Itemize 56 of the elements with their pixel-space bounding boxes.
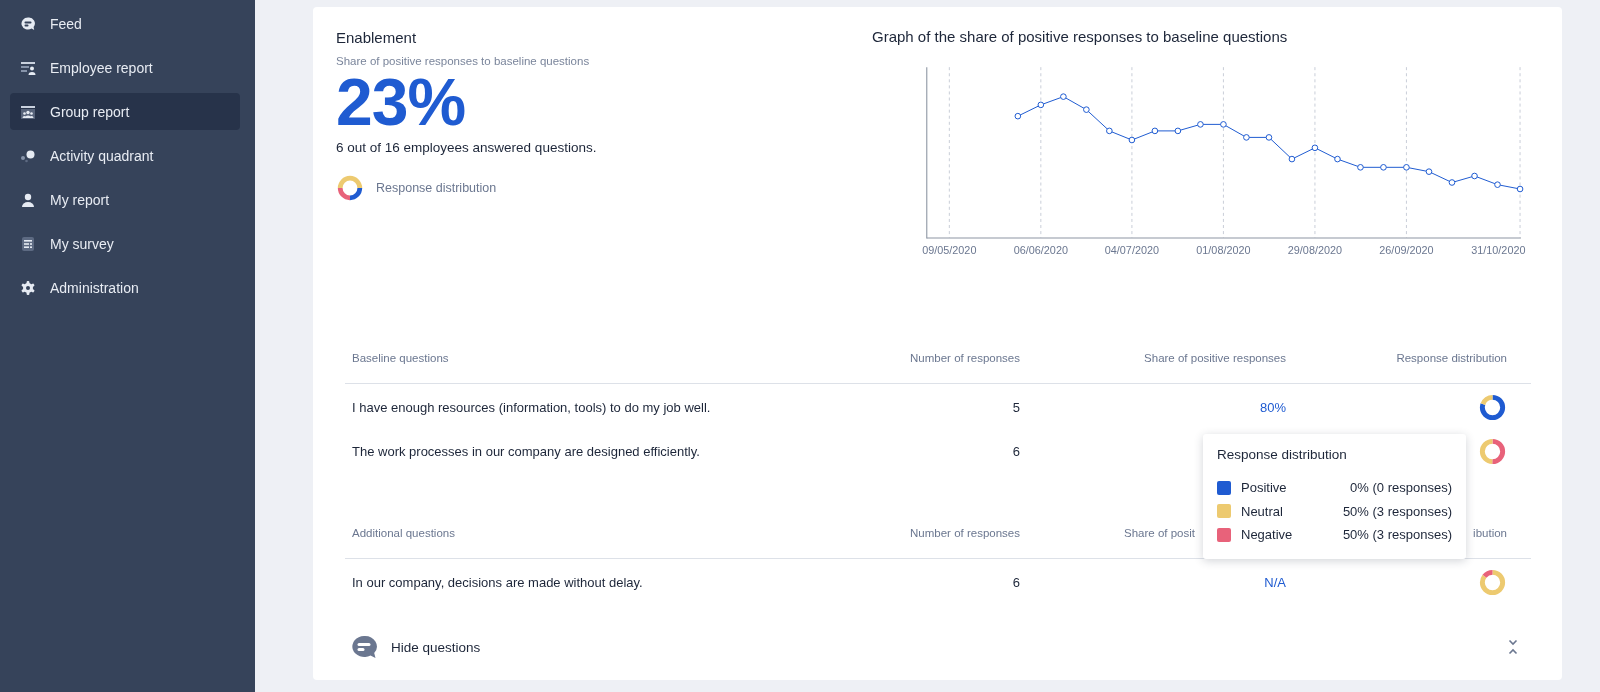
sidebar-item[interactable]: Group report: [10, 93, 240, 130]
legend-value: 50% (3 responses): [1342, 503, 1452, 519]
hide-questions-button[interactable]: Hide questions: [351, 635, 481, 659]
legend-value: 0% (0 responses): [1350, 480, 1452, 496]
question-text: I have enough resources (information, tools) to do my job well.: [352, 399, 711, 415]
column-header: Number of responses: [910, 352, 1020, 364]
percentage-value: 23%: [336, 73, 466, 131]
sidebar-item[interactable]: Activity quadrant: [10, 137, 240, 174]
axis-label: 29/08/2020: [1287, 244, 1343, 257]
legend-label: Negative: [1241, 527, 1293, 543]
chat-bubble-icon: [351, 635, 377, 659]
person-icon: [20, 191, 36, 208]
answered-note: 6 out of 16 employees answered questions.: [336, 140, 598, 155]
subtitle: Share of positive responses to baseline questions: [336, 55, 591, 67]
question-text: The work processes in our company are designed efficiently.: [352, 443, 700, 459]
sidebar-item[interactable]: Employee report: [10, 49, 240, 86]
axis-label: 04/07/2020: [1104, 244, 1159, 257]
axis-label: 01/08/2020: [1196, 244, 1251, 257]
axis-label: 09/05/2020: [922, 244, 977, 257]
column-header: Baseline questions: [352, 352, 449, 364]
column-header: Number of responses: [910, 527, 1020, 539]
donut-icon[interactable]: [1478, 567, 1507, 597]
positive-share: N/A: [1264, 574, 1286, 590]
column-header: ibution: [1473, 527, 1507, 539]
axis-label: 31/10/2020: [1471, 244, 1526, 257]
question-text: In our company, decisions are made without delay.: [352, 574, 643, 590]
positive-share: 80%: [1259, 399, 1286, 415]
chat-bubble-icon: [20, 15, 36, 32]
sidebar-item[interactable]: Feed: [10, 5, 240, 42]
card-title: Enablement: [336, 29, 418, 46]
report-group-icon: [20, 103, 36, 120]
legend-label: Neutral: [1241, 503, 1283, 519]
sidebar-item[interactable]: Administration: [10, 269, 240, 306]
sidebar-item[interactable]: My survey: [10, 225, 240, 262]
legend-value: 50% (3 responses): [1342, 527, 1452, 543]
response-count: 6: [1012, 574, 1020, 590]
collapse-chevrons-icon[interactable]: [1508, 639, 1518, 655]
legend-label: Positive: [1241, 480, 1287, 496]
report-person-icon: [20, 59, 36, 76]
column-header: Share of posit: [1123, 527, 1195, 539]
chart-title: Graph of the share of positive responses to baseline questions: [872, 28, 1289, 45]
legend-label: Response distribution: [376, 181, 497, 195]
tooltip-title: Response distribution: [1217, 447, 1348, 462]
response-count: 5: [1012, 399, 1020, 415]
donut-icon[interactable]: [1478, 392, 1507, 422]
axis-label: 26/09/2020: [1379, 244, 1434, 257]
axis-label: 06/06/2020: [1013, 244, 1068, 257]
column-header: Response distribution: [1396, 352, 1507, 364]
settings-icon: [20, 279, 36, 296]
response-count: 6: [1012, 443, 1020, 459]
list-icon: [20, 235, 36, 252]
sidebar-item[interactable]: My report: [10, 181, 240, 218]
donut-icon[interactable]: [1478, 436, 1507, 466]
column-header: Additional questions: [352, 527, 455, 539]
column-header: Share of positive responses: [1144, 352, 1286, 364]
donut-icon: [336, 174, 364, 202]
